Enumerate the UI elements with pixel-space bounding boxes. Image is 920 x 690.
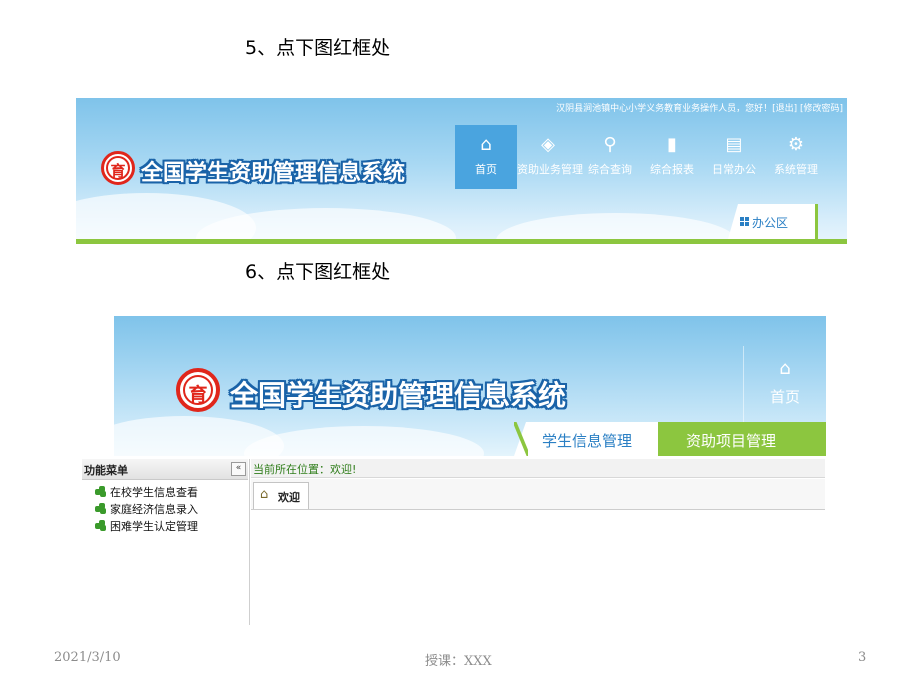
diamond-icon: ◈	[541, 134, 555, 155]
breadcrumb: 当前所在位置：欢迎!	[251, 459, 825, 478]
screenshot-2-header: 育 全国学生资助管理信息系统 ⌂ 首页 学生信息管理 资助项目管理	[114, 316, 826, 456]
home-icon: ⌂	[779, 358, 791, 379]
cloud-decoration	[244, 426, 484, 456]
step-5-caption: 5、点下图红框处	[245, 37, 391, 59]
user-greeting-line[interactable]: 汉阴县涧池镇中心小学义务教育业务操作人员，您好！[退出] [修改密码]	[556, 101, 843, 114]
gear-icon: ⚙	[787, 134, 805, 155]
function-menu-header: 功能菜单 «	[82, 459, 248, 480]
system-title: 全国学生资助管理信息系统	[230, 379, 567, 412]
nav-aid-business[interactable]: ◈ 资助业务管理	[517, 125, 583, 189]
search-icon: ⚲	[603, 134, 617, 155]
bar-chart-icon: ▮	[667, 134, 677, 155]
module-tabs: 学生信息管理 资助项目管理	[514, 422, 826, 456]
puzzle-icon	[95, 503, 106, 514]
nav-reports[interactable]: ▮ 综合报表	[641, 125, 703, 189]
nav-home[interactable]: ⌂ 首页	[743, 346, 826, 422]
tab-welcome[interactable]: ⌂ 欢迎	[253, 482, 309, 509]
tab-student-info[interactable]: 学生信息管理	[514, 422, 658, 456]
top-navigation: ⌂ 首页 ◈ 资助业务管理 ⚲ 综合查询 ▮ 综合报表 ▤ 日常办公 ⚙ 系统管…	[455, 125, 827, 189]
footer-page-number: 3	[858, 650, 867, 665]
step-6-caption: 6、点下图红框处	[245, 261, 391, 283]
puzzle-icon	[95, 520, 106, 531]
system-title: 全国学生资助管理信息系统	[141, 161, 406, 186]
puzzle-icon	[95, 486, 106, 497]
footer-date: 2021/3/10	[54, 650, 121, 665]
green-divider-bar	[76, 239, 847, 244]
footer-teacher: 授课：XXX	[425, 654, 492, 669]
logo-emblem-icon: 育	[101, 151, 135, 185]
function-menu-title: 功能菜单	[84, 464, 128, 477]
home-icon: ⌂	[260, 487, 269, 502]
tab-aid-project[interactable]: 资助项目管理	[658, 422, 826, 456]
menu-item-needy-student-management[interactable]: 困难学生认定管理	[95, 517, 198, 534]
tab-office-area[interactable]: 办公区	[728, 204, 818, 239]
function-menu-list: 在校学生信息查看 家庭经济信息录入 困难学生认定管理	[95, 483, 198, 534]
panel-divider	[249, 459, 250, 625]
logo-emblem-icon: 育	[176, 368, 220, 412]
nav-system[interactable]: ⚙ 系统管理	[765, 125, 827, 189]
nav-home[interactable]: ⌂ 首页	[455, 125, 517, 189]
collapse-button[interactable]: «	[231, 462, 246, 476]
document-icon: ▤	[725, 134, 743, 155]
grid-icon	[740, 217, 749, 226]
content-tabstrip: ⌂ 欢迎	[251, 479, 825, 510]
nav-query[interactable]: ⚲ 综合查询	[579, 125, 641, 189]
current-location: 当前所在位置：欢迎!	[253, 463, 357, 476]
menu-item-student-info-view[interactable]: 在校学生信息查看	[95, 483, 198, 500]
nav-daily-office[interactable]: ▤ 日常办公	[703, 125, 765, 189]
home-icon: ⌂	[480, 134, 492, 155]
screenshot-1-header: 汉阴县涧池镇中心小学义务教育业务操作人员，您好！[退出] [修改密码] 育 全国…	[76, 98, 847, 244]
menu-item-family-economy-entry[interactable]: 家庭经济信息录入	[95, 500, 198, 517]
function-menu-panel: 功能菜单 « 在校学生信息查看 家庭经济信息录入 困难学生认定管理	[82, 459, 248, 625]
